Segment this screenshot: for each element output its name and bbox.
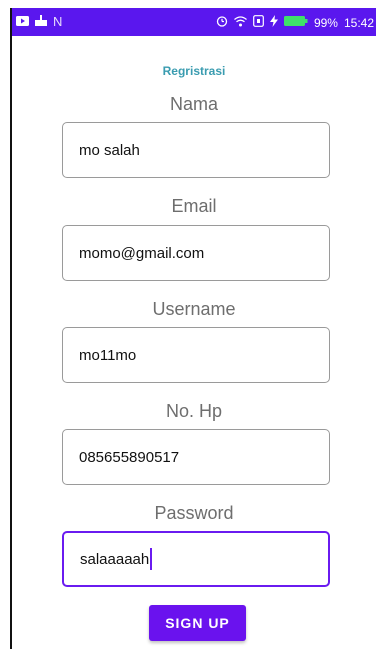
charging-icon [269, 15, 278, 30]
app-screen: N 99% 15:42 Regristrasi Nama mo salah Em… [12, 8, 376, 649]
email-input[interactable] [79, 226, 315, 280]
wifi-icon [234, 15, 247, 30]
sign-up-button[interactable]: SIGN UP [149, 605, 246, 641]
video-notification-icon [16, 15, 29, 29]
screenshot-frame: N 99% 15:42 Regristrasi Nama mo salah Em… [0, 0, 376, 649]
nama-field[interactable] [62, 122, 330, 178]
clock-time: 15:42 [343, 15, 374, 30]
text-cursor [150, 548, 152, 570]
hp-field[interactable] [62, 429, 330, 485]
username-input[interactable] [79, 328, 315, 382]
carrier-glyph: N [53, 14, 63, 29]
label-nama: Nama [169, 94, 218, 114]
app-notification-icon [35, 14, 47, 29]
username-field[interactable] [62, 327, 330, 383]
status-left-icons: N [16, 14, 62, 29]
label-username: Username [152, 299, 236, 319]
label-hp: No. Hp [165, 401, 223, 421]
nama-input[interactable] [79, 123, 315, 177]
nfc-icon [253, 15, 264, 30]
battery-percent: 99% [313, 15, 338, 30]
status-bar: N 99% 15:42 [12, 8, 376, 36]
email-field[interactable] [62, 225, 330, 281]
alarm-icon [216, 15, 228, 30]
status-right-icons: 99% 15:42 [216, 15, 374, 30]
label-password: Password [154, 503, 234, 523]
battery-icon [283, 15, 308, 30]
page-title: Regristrasi [162, 64, 226, 78]
password-input[interactable] [80, 533, 316, 585]
hp-input[interactable] [79, 430, 315, 484]
password-field[interactable] [62, 531, 330, 587]
label-email: Email [171, 196, 217, 216]
